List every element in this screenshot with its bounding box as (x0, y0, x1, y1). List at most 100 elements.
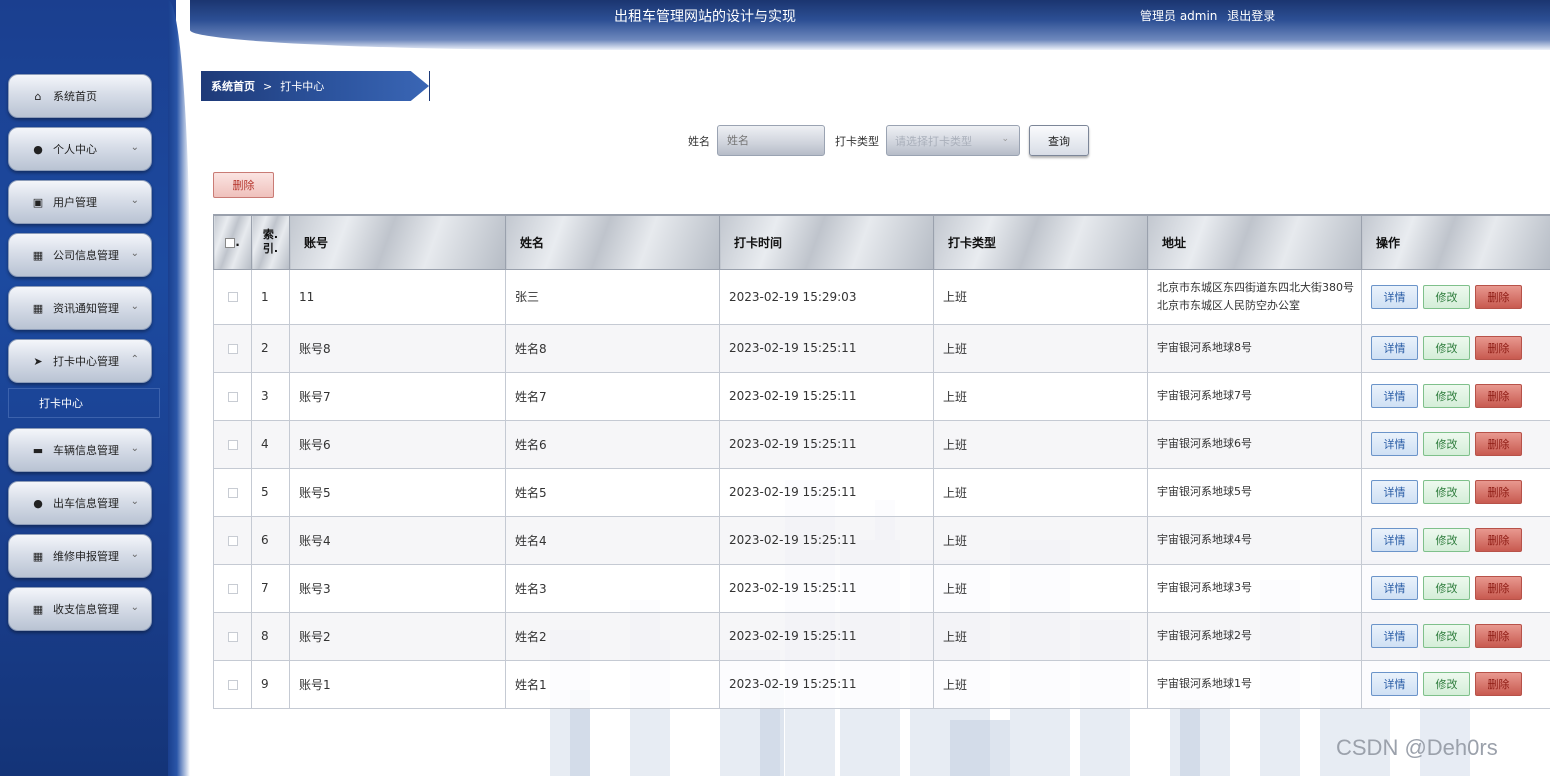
sidebar-item-news-notice[interactable]: ▦ 资讯通知管理 ⌄ (8, 286, 152, 330)
index-header-line2: 引. (262, 242, 279, 256)
sidebar-item-repair-report[interactable]: ▦ 维修申报管理 ⌄ (8, 534, 152, 578)
address-line1: 宇宙银河系地球2号 (1157, 629, 1252, 642)
sidebar-item-home[interactable]: ⌂ 系统首页 (8, 74, 152, 118)
row-checkin-time: 2023-02-19 15:25:11 (719, 563, 934, 613)
row-checkbox[interactable] (227, 439, 238, 450)
delete-button[interactable]: 删除 (1475, 624, 1522, 648)
row-checkin-time: 2023-02-19 15:25:11 (719, 467, 934, 517)
edit-button[interactable]: 修改 (1423, 284, 1470, 309)
row-index: 8 (251, 611, 290, 661)
row-checkbox[interactable] (227, 391, 238, 402)
row-checkbox[interactable] (227, 631, 238, 642)
delete-button[interactable]: 删除 (1475, 480, 1522, 504)
row-checkin-time: 2023-02-19 15:25:11 (719, 611, 934, 661)
detail-button[interactable]: 详情 (1371, 480, 1418, 504)
name-search-input[interactable] (717, 125, 825, 156)
row-checkbox-cell (213, 515, 252, 565)
sidebar-item-personal-center[interactable]: ● 个人中心 ⌄ (8, 127, 152, 171)
delete-button[interactable]: 删除 (1475, 576, 1522, 600)
row-actions: 详情 修改 删除 (1361, 659, 1550, 709)
chevron-down-icon: ⌄ (130, 602, 139, 613)
delete-button[interactable]: 删除 (1475, 336, 1522, 360)
delete-button[interactable]: 删除 (1475, 384, 1522, 408)
edit-button[interactable]: 修改 (1423, 480, 1470, 504)
sidebar-item-checkin-management[interactable]: ➤ 打卡中心管理 ⌃ (8, 339, 152, 383)
row-checkbox[interactable] (227, 535, 238, 546)
delete-button[interactable]: 删除 (1475, 284, 1522, 309)
person-icon: ● (33, 496, 43, 510)
breadcrumb-separator: > (263, 79, 273, 93)
row-address: 宇宙银河系地球7号 (1147, 371, 1362, 421)
row-checkbox[interactable] (227, 487, 238, 498)
delete-button[interactable]: 删除 (1475, 432, 1522, 456)
detail-button[interactable]: 详情 (1371, 672, 1418, 696)
row-checkin-time: 2023-02-19 15:25:11 (719, 371, 934, 421)
edit-button[interactable]: 修改 (1423, 624, 1470, 648)
row-index: 5 (251, 467, 290, 517)
edit-button[interactable]: 修改 (1423, 672, 1470, 696)
row-address: 宇宙银河系地球3号 (1147, 563, 1362, 613)
checkin-type-select[interactable]: 请选择打卡类型 ⌄ (886, 125, 1020, 156)
row-checkbox[interactable] (227, 343, 238, 354)
detail-button[interactable]: 详情 (1371, 336, 1418, 360)
submenu-item-checkin-center[interactable]: 打卡中心 (8, 388, 160, 418)
row-actions: 详情 修改 删除 (1361, 467, 1550, 517)
query-button[interactable]: 查询 (1029, 125, 1089, 156)
delete-button[interactable]: 删除 (1475, 528, 1522, 552)
table-row: 4 账号6 姓名6 2023-02-19 15:25:11 上班 宇宙银河系地球6号 详情修… (213, 419, 1550, 469)
user-label: 管理员 admin (1140, 9, 1218, 23)
row-checkbox[interactable] (227, 679, 238, 690)
row-checkin-time: 2023-02-19 15:29:03 (719, 268, 934, 325)
checkin-type-label: 打卡类型 (835, 134, 879, 148)
header-address: 地址 (1147, 214, 1362, 270)
select-all-checkbox[interactable] (225, 237, 236, 248)
send-icon: ➤ (33, 354, 43, 368)
sidebar-item-user-management[interactable]: ▣ 用户管理 ⌄ (8, 180, 152, 224)
sidebar-item-company-info[interactable]: ▦ 公司信息管理 ⌄ (8, 233, 152, 277)
detail-button[interactable]: 详情 (1371, 576, 1418, 600)
edit-button[interactable]: 修改 (1423, 432, 1470, 456)
row-address: 宇宙银河系地球8号 (1147, 323, 1362, 373)
table-row: 7 账号3 姓名3 2023-02-19 15:25:11 上班 宇宙银河系地球3号 详情修… (213, 563, 1550, 613)
header-account: 账号 (289, 214, 506, 270)
detail-button[interactable]: 详情 (1371, 432, 1418, 456)
chevron-down-icon: ⌄ (130, 549, 139, 560)
detail-button[interactable]: 详情 (1371, 384, 1418, 408)
sidebar-item-vehicle-info[interactable]: ▬ 车辆信息管理 ⌄ (8, 428, 152, 472)
detail-button[interactable]: 详情 (1371, 624, 1418, 648)
breadcrumb-home[interactable]: 系统首页 (211, 78, 255, 94)
address-line1: 宇宙银河系地球8号 (1157, 341, 1252, 354)
logout-link[interactable]: 退出登录 (1227, 9, 1275, 23)
row-checkbox-cell (213, 563, 252, 613)
chevron-down-icon: ⌄ (130, 443, 139, 454)
address-line1: 宇宙银河系地球5号 (1157, 485, 1252, 498)
watermark: CSDN @Deh0rs (1336, 735, 1498, 760)
edit-button[interactable]: 修改 (1423, 576, 1470, 600)
sidebar-item-dispatch-info[interactable]: ● 出车信息管理 ⌄ (8, 481, 152, 525)
header-select-all[interactable]: . (213, 214, 252, 270)
breadcrumb-current: 打卡中心 (280, 80, 325, 93)
sidebar-item-label: 公司信息管理 (53, 249, 119, 262)
sidebar-item-label: 出车信息管理 (53, 497, 119, 510)
detail-button[interactable]: 详情 (1371, 528, 1418, 552)
delete-button[interactable]: 删除 (1475, 672, 1522, 696)
row-name: 姓名6 (505, 419, 720, 469)
chevron-down-icon: ⌄ (130, 301, 139, 312)
edit-button[interactable]: 修改 (1423, 336, 1470, 360)
table-row: 3 账号7 姓名7 2023-02-19 15:25:11 上班 宇宙银河系地球7号 详情修… (213, 371, 1550, 421)
address-line1: 宇宙银河系地球6号 (1157, 437, 1252, 450)
edit-button[interactable]: 修改 (1423, 384, 1470, 408)
bulk-delete-button[interactable]: 删除 (213, 172, 274, 198)
row-address: 北京市东城区东四街道东四北大街380号 北京市东城区人民防空办公室 (1147, 268, 1362, 325)
row-checkin-time: 2023-02-19 15:25:11 (719, 419, 934, 469)
row-index: 9 (251, 659, 290, 709)
row-checkbox[interactable] (227, 583, 238, 594)
detail-button[interactable]: 详情 (1371, 284, 1418, 309)
row-actions: 详情 修改 删除 (1361, 419, 1550, 469)
row-checkbox-cell (213, 659, 252, 709)
row-checkin-type: 上班 (933, 268, 1148, 325)
row-name: 姓名4 (505, 515, 720, 565)
sidebar-item-finance-info[interactable]: ▦ 收支信息管理 ⌄ (8, 587, 152, 631)
edit-button[interactable]: 修改 (1423, 528, 1470, 552)
row-checkbox[interactable] (227, 292, 238, 302)
